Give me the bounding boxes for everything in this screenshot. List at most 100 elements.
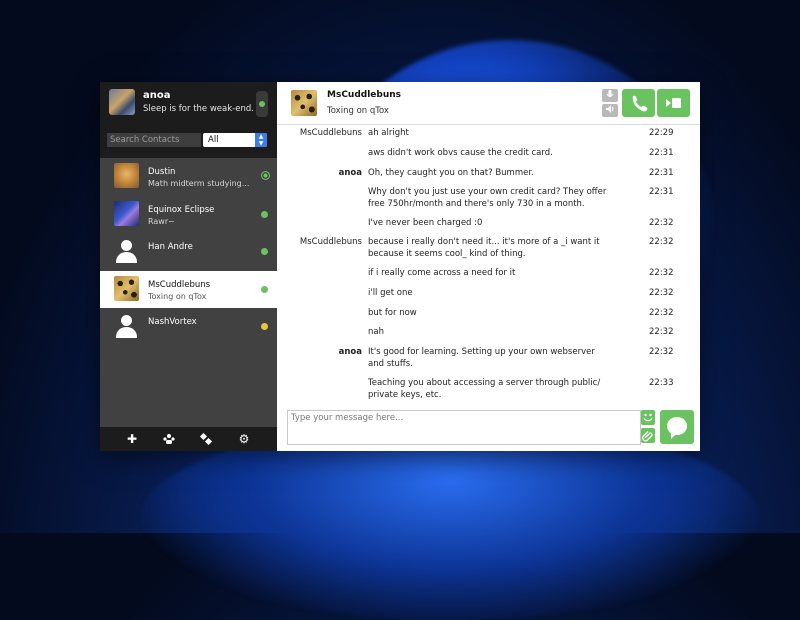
message-list: MsCuddlebuns ah alright 22:29 aws didn't…	[277, 128, 700, 404]
message-row: anoa It's good for learning. Setting up …	[277, 347, 700, 378]
message-row: if i really come across a need for it 22…	[277, 268, 700, 288]
message-time: 22:32	[649, 218, 674, 228]
message-time: 22:32	[649, 288, 674, 298]
message-text: because i really don't need it... it's m…	[368, 237, 600, 259]
chat-pane: MsCuddlebuns Toxing on qTox MsCuddlebuns…	[277, 82, 700, 451]
qtox-window: anoa Sleep is for the weak-end. All ▲▼ D…	[100, 82, 700, 451]
message-row: anoa Oh, they caught you on that? Bummer…	[277, 168, 700, 187]
contact-name: NashVortex	[148, 317, 197, 327]
message-row: I've never been charged :0 22:32	[277, 218, 700, 237]
message-input[interactable]	[288, 411, 640, 443]
cookies-avatar	[114, 275, 139, 301]
contact-name: Equinox Eclipse	[148, 204, 215, 215]
online-status-icon	[261, 171, 270, 180]
sidebar-toolbar: ✚ ⚙	[100, 427, 277, 451]
message-time: 22:32	[649, 347, 674, 357]
emoji-icon	[643, 413, 653, 422]
message-text: ah alright	[368, 128, 409, 138]
profile-name[interactable]: anoa	[143, 90, 171, 101]
message-text: but for now	[368, 308, 417, 318]
contact-filter-select[interactable]: All ▲ ▼	[203, 133, 267, 147]
message-time: 22:32	[649, 237, 674, 247]
message-row: but for now 22:32	[277, 308, 700, 327]
contact-item-han-andre[interactable]: Han Andre	[100, 233, 277, 271]
contact-status: Math midterm studying...	[148, 179, 250, 188]
message-row: nah 22:32	[277, 327, 700, 347]
settings-icon[interactable]: ⚙	[236, 431, 252, 447]
phone-icon	[632, 95, 648, 112]
contact-name: MsCuddlebuns	[148, 279, 211, 290]
add-friend-icon[interactable]: ✚	[124, 431, 140, 447]
search-input[interactable]	[107, 133, 201, 147]
file-transfer-icon[interactable]	[198, 431, 214, 447]
online-status-icon	[261, 285, 268, 293]
video-icon	[666, 98, 681, 108]
updown-arrow-icon: ▲ ▼	[255, 133, 267, 147]
away-status-icon	[261, 323, 268, 330]
cat-avatar	[114, 163, 139, 188]
message-text: i'll get one	[368, 288, 413, 298]
message-author: anoa	[338, 347, 362, 357]
contact-list: Dustin Math midterm studying... Equinox …	[100, 158, 277, 346]
send-button[interactable]	[660, 410, 694, 444]
video-call-button[interactable]	[657, 89, 690, 117]
message-time: 22:32	[649, 268, 674, 278]
eclipse-avatar	[114, 200, 139, 226]
online-status-icon	[261, 210, 268, 218]
message-text: aws didn't work obvs cause the credit ca…	[368, 148, 553, 158]
message-time: 22:31	[649, 187, 674, 197]
send-icon	[667, 417, 687, 439]
message-time: 22:29	[649, 128, 674, 138]
chat-contact-name: MsCuddlebuns	[327, 90, 402, 100]
message-text: It's good for learning. Setting up your …	[368, 347, 595, 369]
message-row: i'll get one 22:32	[277, 288, 700, 308]
message-composer	[287, 410, 641, 445]
search-bar: All ▲▼	[100, 130, 277, 158]
volume-icon[interactable]	[602, 104, 618, 117]
sidebar: anoa Sleep is for the weak-end. All ▲▼ D…	[100, 82, 277, 451]
contact-item-nashvortex[interactable]: NashVortex	[100, 308, 277, 346]
chat-header: MsCuddlebuns Toxing on qTox	[277, 82, 700, 125]
profile-header: anoa Sleep is for the weak-end.	[100, 82, 277, 130]
message-row: aws didn't work obvs cause the credit ca…	[277, 148, 700, 168]
message-time: 22:31	[649, 168, 674, 178]
profile-status[interactable]: Sleep is for the weak-end.	[143, 104, 254, 114]
contact-status: Toxing on qTox	[148, 291, 207, 301]
contact-name: Dustin	[148, 167, 176, 177]
status-toggle-button[interactable]	[256, 91, 268, 117]
message-row: MsCuddlebuns because i really don't need…	[277, 237, 700, 268]
message-text: Why don't you just use your own credit c…	[368, 187, 607, 209]
message-time: 22:33	[649, 378, 674, 388]
message-time: 22:32	[649, 327, 674, 337]
message-author: MsCuddlebuns	[299, 237, 362, 247]
message-author: MsCuddlebuns	[299, 128, 362, 138]
attach-file-button[interactable]	[641, 428, 655, 443]
message-row: MsCuddlebuns ah alright 22:29	[277, 128, 700, 148]
contact-item-mscuddlebuns[interactable]: MsCuddlebuns Toxing on qTox	[100, 270, 277, 308]
contact-item-equinox-eclipse[interactable]: Equinox Eclipse Rawr~	[100, 196, 277, 234]
message-text: Oh, they caught you on that? Bummer.	[368, 168, 534, 178]
attachment-icon	[642, 431, 653, 442]
message-text: nah	[368, 327, 384, 337]
emoji-button[interactable]	[641, 410, 655, 425]
chat-contact-status: Toxing on qTox	[327, 106, 389, 116]
audio-call-button[interactable]	[622, 89, 655, 117]
default-avatar	[114, 238, 139, 263]
group-chat-icon[interactable]	[161, 431, 177, 447]
filter-value: All	[208, 135, 219, 145]
cookies-avatar	[291, 90, 317, 116]
contact-name: Han Andre	[148, 242, 193, 252]
message-row: Teaching you about accessing a server th…	[277, 378, 700, 404]
microphone-icon[interactable]	[602, 89, 618, 102]
contact-status: Rawr~	[148, 216, 175, 226]
message-text: if i really come across a need for it	[368, 268, 516, 278]
message-author: anoa	[338, 168, 362, 178]
online-status-icon	[261, 248, 268, 255]
contact-item-dustin[interactable]: Dustin Math midterm studying...	[100, 158, 277, 196]
default-avatar	[114, 313, 139, 338]
message-row: Why don't you just use your own credit c…	[277, 187, 700, 218]
profile-avatar[interactable]	[109, 89, 135, 115]
message-text: Teaching you about accessing a server th…	[368, 378, 601, 400]
message-time: 22:32	[649, 308, 674, 318]
message-text: I've never been charged :0	[368, 218, 483, 228]
